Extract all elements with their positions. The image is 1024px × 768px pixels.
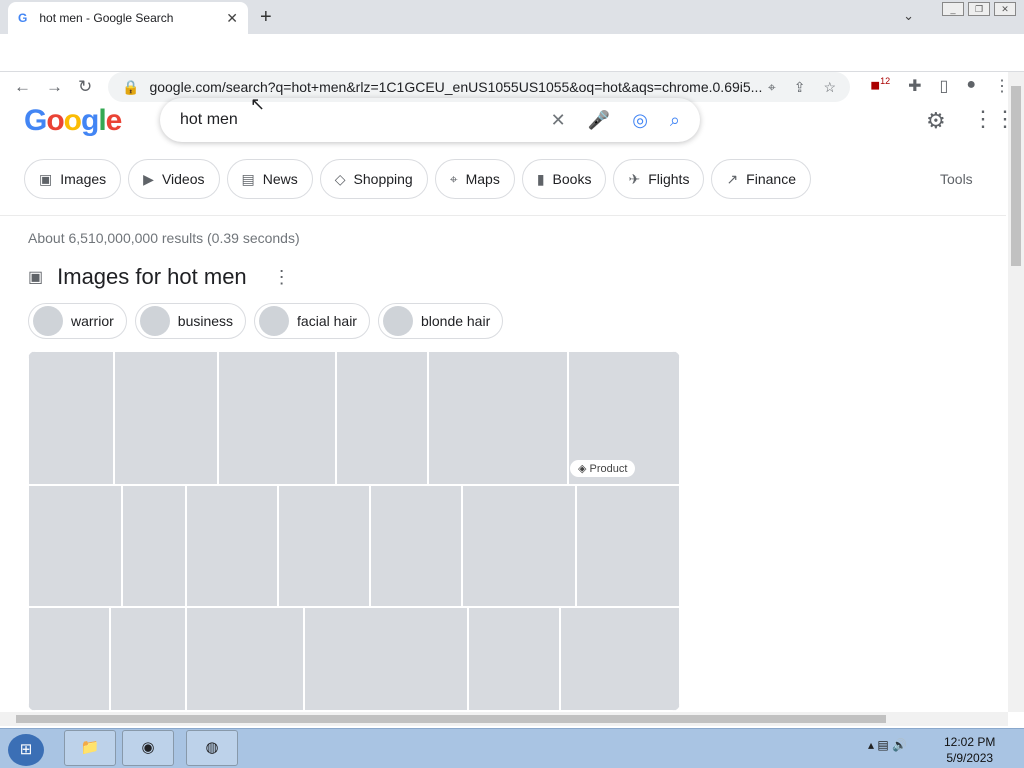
image-result[interactable] bbox=[336, 351, 428, 485]
related-searches: warrior business facial hair blonde hair bbox=[28, 303, 504, 339]
results-stats: About 6,510,000,000 results (0.39 second… bbox=[28, 230, 300, 246]
image-result[interactable] bbox=[28, 485, 122, 607]
browser-tab[interactable]: G hot men - Google Search ✕ bbox=[8, 2, 248, 34]
forward-icon[interactable]: → bbox=[46, 77, 63, 97]
related-thumbnail bbox=[33, 306, 63, 336]
file-explorer-icon[interactable]: 📁 bbox=[64, 730, 116, 766]
profile-icon[interactable]: ● bbox=[966, 76, 976, 96]
filter-flights[interactable]: ✈ Flights bbox=[613, 159, 705, 199]
mouse-cursor-icon: ↖ bbox=[250, 94, 266, 114]
related-thumbnail bbox=[259, 306, 290, 336]
image-result[interactable] bbox=[462, 485, 576, 607]
image-result[interactable] bbox=[576, 485, 680, 607]
google-favicon-icon: G bbox=[18, 11, 28, 25]
news-icon: ▤ bbox=[241, 170, 255, 187]
filter-bar: ▣ Images ▶ Videos ▤ News ◇ Shopping ⌖ Maps ▮ B… bbox=[24, 159, 811, 199]
search-query: hot men bbox=[180, 111, 238, 128]
clock[interactable]: 12:02 PM 5/9/2023 bbox=[944, 734, 995, 766]
images-heading[interactable]: Images for hot men bbox=[57, 264, 247, 290]
filter-finance[interactable]: ↗ Finance bbox=[711, 159, 811, 199]
pin-icon: ⌖ bbox=[449, 170, 458, 187]
share-icon[interactable]: ⇪ bbox=[794, 79, 806, 96]
image-result[interactable] bbox=[428, 351, 568, 485]
tag-icon: ◇ bbox=[334, 170, 346, 187]
image-results-grid bbox=[28, 351, 680, 711]
tab-title: hot men - Google Search bbox=[39, 11, 174, 25]
product-badge: ◈ Product bbox=[570, 460, 636, 477]
tools-button[interactable]: Tools bbox=[940, 171, 973, 187]
bookmark-star-icon[interactable]: ☆ bbox=[823, 79, 836, 96]
image-result[interactable] bbox=[370, 485, 462, 607]
related-thumbnail bbox=[139, 306, 170, 336]
location-icon[interactable]: ⌖ bbox=[768, 79, 776, 96]
image-result[interactable] bbox=[218, 351, 336, 485]
image-result[interactable] bbox=[186, 485, 278, 607]
minimize-icon[interactable]: _ bbox=[942, 2, 964, 16]
filter-news[interactable]: ▤ News bbox=[226, 159, 313, 199]
related-chip[interactable]: business bbox=[134, 303, 247, 339]
filter-videos[interactable]: ▶ Videos bbox=[128, 159, 220, 199]
related-chip[interactable]: warrior bbox=[28, 303, 127, 339]
system-tray[interactable]: ▴ ▤ 🔊 bbox=[868, 738, 907, 752]
image-result[interactable] bbox=[560, 607, 680, 711]
side-panel-icon[interactable]: ▯ bbox=[940, 76, 949, 96]
scroll-thumb[interactable] bbox=[1011, 86, 1021, 266]
filter-maps[interactable]: ⌖ Maps bbox=[434, 159, 515, 199]
play-icon: ▶ bbox=[143, 170, 154, 187]
divider bbox=[0, 215, 1006, 216]
more-options-icon[interactable]: ⋮ bbox=[273, 267, 291, 288]
clear-icon[interactable]: ✕ bbox=[551, 110, 566, 131]
image-icon: ▣ bbox=[28, 269, 44, 286]
tab-strip: G hot men - Google Search ✕ + ⌄ _ ❐ ✕ bbox=[0, 0, 1024, 34]
image-icon: ▣ bbox=[39, 170, 53, 187]
search-icon[interactable]: ⌕ bbox=[670, 110, 680, 131]
reload-icon[interactable]: ↻ bbox=[78, 77, 92, 97]
url-text: google.com/search?q=hot+men&rlz=1C1GCEU_… bbox=[149, 79, 763, 95]
filter-books[interactable]: ▮ Books bbox=[521, 159, 607, 199]
image-result[interactable] bbox=[114, 351, 218, 485]
lock-icon: 🔒 bbox=[122, 78, 140, 95]
chrome-icon[interactable]: ◉ bbox=[122, 730, 174, 766]
filter-images[interactable]: ▣ Images bbox=[24, 159, 122, 199]
image-result[interactable] bbox=[468, 607, 560, 711]
back-icon[interactable]: ← bbox=[14, 77, 31, 97]
restore-icon[interactable]: ❐ bbox=[968, 2, 990, 16]
puzzle-icon[interactable]: ✚ bbox=[908, 76, 921, 96]
google-logo[interactable]: Google bbox=[24, 104, 122, 138]
close-window-icon[interactable]: ✕ bbox=[994, 2, 1016, 16]
scroll-thumb[interactable] bbox=[16, 715, 886, 723]
window-controls: _ ❐ ✕ bbox=[942, 2, 1016, 16]
search-input[interactable]: hot men ✕ 🎤 ◎ ⌕ bbox=[160, 98, 700, 142]
mic-icon[interactable]: 🎤 bbox=[588, 110, 610, 131]
image-result[interactable] bbox=[28, 351, 114, 485]
camera-icon[interactable]: ◎ bbox=[632, 110, 648, 131]
image-result[interactable] bbox=[122, 485, 186, 607]
vertical-scrollbar[interactable] bbox=[1008, 72, 1024, 712]
tab-search-icon[interactable]: ⌄ bbox=[903, 8, 914, 24]
close-tab-icon[interactable]: ✕ bbox=[226, 10, 238, 27]
extension-icon[interactable]: ■12 bbox=[870, 76, 890, 96]
related-chip[interactable]: blonde hair bbox=[377, 303, 504, 339]
firefox-icon[interactable]: ◍ bbox=[186, 730, 238, 766]
new-tab-icon[interactable]: + bbox=[260, 6, 272, 29]
image-result[interactable] bbox=[28, 607, 110, 711]
related-chip[interactable]: facial hair bbox=[254, 303, 370, 339]
image-result[interactable] bbox=[278, 485, 370, 607]
image-result[interactable] bbox=[304, 607, 468, 711]
toolbar: ← → ↻ 🔒 google.com/search?q=hot+men&rlz=… bbox=[0, 34, 1024, 102]
filter-shopping[interactable]: ◇ Shopping bbox=[319, 159, 428, 199]
related-thumbnail bbox=[382, 306, 413, 336]
image-result[interactable] bbox=[110, 607, 186, 711]
horizontal-scrollbar[interactable] bbox=[0, 712, 1008, 726]
plane-icon: ✈ bbox=[628, 170, 641, 187]
images-section-header: ▣ Images for hot men ⋮ bbox=[28, 264, 291, 290]
settings-gear-icon[interactable]: ⚙ bbox=[926, 108, 946, 134]
image-result[interactable] bbox=[186, 607, 304, 711]
chart-icon: ↗ bbox=[726, 170, 739, 187]
start-button-icon[interactable]: ⊞ bbox=[8, 734, 44, 766]
book-icon: ▮ bbox=[536, 170, 545, 187]
